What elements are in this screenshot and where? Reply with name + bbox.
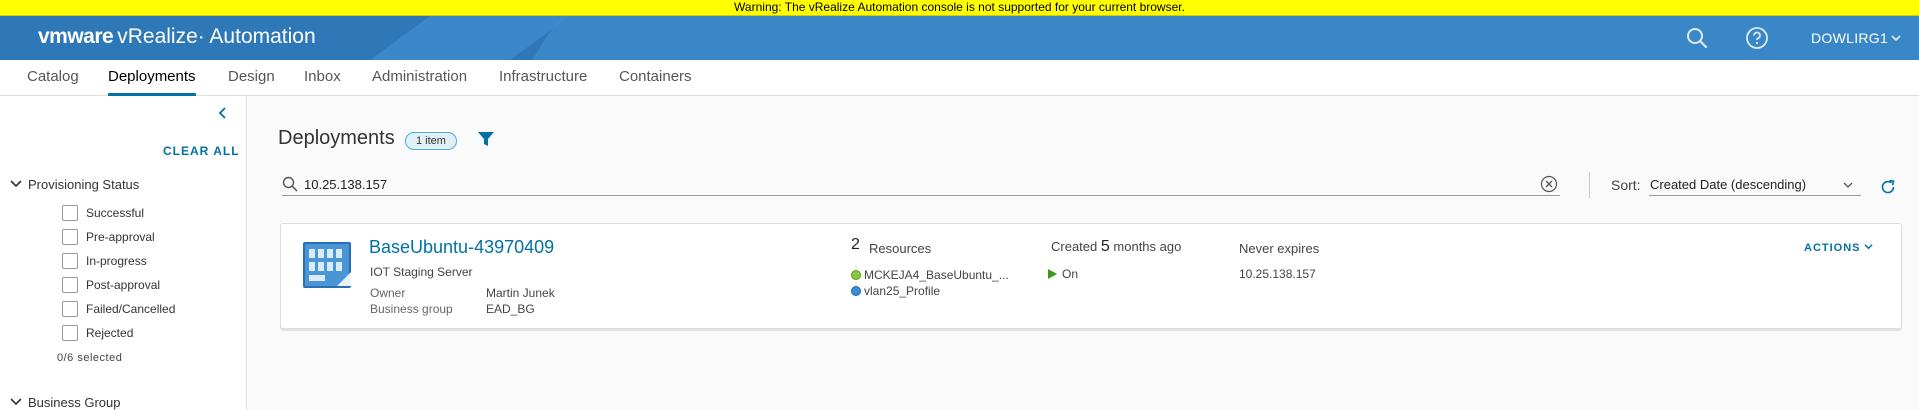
tab-administration[interactable]: Administration bbox=[372, 68, 467, 96]
search-input[interactable] bbox=[304, 175, 1524, 193]
business-group-value: EAD_BG bbox=[486, 302, 535, 316]
filter-option-successful[interactable]: Successful bbox=[62, 204, 144, 222]
expiration: Never expires bbox=[1239, 241, 1320, 256]
deployment-card[interactable]: BaseUbuntu-43970409 IOT Staging Server O… bbox=[280, 223, 1902, 329]
filter-option-rejected[interactable]: Rejected bbox=[62, 324, 133, 342]
collapse-sidebar-icon[interactable] bbox=[216, 106, 230, 120]
deployment-name-link[interactable]: BaseUbuntu-43970409 bbox=[369, 237, 554, 258]
checkbox-label: Successful bbox=[86, 206, 145, 220]
checkbox[interactable] bbox=[62, 229, 78, 245]
checkbox[interactable] bbox=[62, 253, 78, 269]
tab-inbox[interactable]: Inbox bbox=[304, 68, 341, 96]
tab-infrastructure[interactable]: Infrastructure bbox=[499, 68, 587, 96]
tab-containers[interactable]: Containers bbox=[619, 68, 692, 96]
chevron-down-icon bbox=[10, 180, 22, 188]
created-info: Created 5 months ago bbox=[1051, 238, 1181, 256]
app-logo: vmware vRealize· Automation bbox=[38, 25, 316, 49]
business-group-header[interactable]: Business Group bbox=[10, 395, 121, 410]
checkbox[interactable] bbox=[62, 301, 78, 317]
filter-option-pre-approval[interactable]: Pre-approval bbox=[62, 228, 155, 246]
filter-option-in-progress[interactable]: In-progress bbox=[62, 252, 147, 270]
created-suffix: months ago bbox=[1113, 239, 1182, 254]
clear-search-icon[interactable] bbox=[1540, 175, 1558, 193]
resource-item-vm[interactable]: MCKEJA4_BaseUbuntu_... bbox=[851, 268, 1009, 282]
tab-design[interactable]: Design bbox=[228, 68, 275, 96]
chevron-down-icon bbox=[1891, 35, 1901, 41]
app-header: vmware vRealize· Automation DOWLIRG1 bbox=[0, 16, 1919, 60]
filter-option-failed-cancelled[interactable]: Failed/Cancelled bbox=[62, 300, 175, 318]
actions-label: ACTIONS bbox=[1804, 242, 1861, 254]
provisioning-status-title: Provisioning Status bbox=[28, 177, 140, 192]
actions-dropdown[interactable]: ACTIONS bbox=[1804, 242, 1873, 254]
filter-sidebar: CLEAR ALL Provisioning Status Successful… bbox=[0, 96, 247, 410]
chevron-down-icon bbox=[1863, 244, 1873, 250]
owner-value: Martin Junek bbox=[486, 286, 555, 300]
search-icon[interactable] bbox=[1685, 26, 1709, 50]
checkbox[interactable] bbox=[62, 325, 78, 341]
sort-value: Created Date (descending) bbox=[1650, 177, 1807, 192]
search-icon bbox=[282, 176, 298, 192]
chevron-down-icon bbox=[1843, 182, 1853, 188]
created-value: 5 bbox=[1100, 238, 1110, 255]
chevron-down-icon bbox=[10, 398, 22, 406]
business-group-title: Business Group bbox=[28, 395, 121, 410]
sort-dropdown[interactable]: Created Date (descending) bbox=[1649, 174, 1861, 196]
help-icon[interactable] bbox=[1745, 26, 1769, 50]
checkbox-label: Post-approval bbox=[86, 278, 161, 292]
resource-name: MCKEJA4_BaseUbuntu_... bbox=[864, 268, 1009, 282]
power-state: On bbox=[1048, 267, 1078, 281]
sort-label: Sort: bbox=[1611, 177, 1641, 193]
resource-name: vlan25_Profile bbox=[864, 284, 941, 298]
refresh-icon[interactable] bbox=[1879, 178, 1897, 196]
deployment-icon bbox=[303, 242, 351, 288]
checkbox[interactable] bbox=[62, 277, 78, 293]
deployment-description: IOT Staging Server bbox=[370, 265, 473, 279]
clear-all-button[interactable]: CLEAR ALL bbox=[163, 144, 240, 158]
owner-label: Owner bbox=[370, 286, 406, 300]
business-group-label: Business group bbox=[370, 302, 453, 316]
main-nav: Catalog Deployments Design Inbox Adminis… bbox=[0, 60, 1919, 96]
resources-label: Resources bbox=[869, 241, 932, 256]
product-name: vRealize· Automation bbox=[117, 25, 316, 48]
checkbox-label: Pre-approval bbox=[86, 230, 155, 244]
checkbox-label: In-progress bbox=[86, 254, 147, 268]
vmware-logo-text: vmware bbox=[38, 25, 114, 48]
user-name: DOWLIRG1 bbox=[1811, 30, 1889, 46]
resource-item-network[interactable]: vlan25_Profile bbox=[851, 284, 940, 298]
ip-address: 10.25.138.157 bbox=[1239, 267, 1316, 281]
tab-catalog[interactable]: Catalog bbox=[27, 68, 79, 96]
item-count-badge: 1 item bbox=[405, 132, 457, 150]
filter-option-post-approval[interactable]: Post-approval bbox=[62, 276, 160, 294]
network-icon bbox=[851, 286, 861, 296]
checkbox-label: Failed/Cancelled bbox=[86, 302, 176, 316]
browser-warning-banner: Warning: The vRealize Automation console… bbox=[0, 0, 1919, 16]
user-menu[interactable]: DOWLIRG1 bbox=[1811, 30, 1901, 46]
filter-icon[interactable] bbox=[477, 130, 495, 148]
selected-count: 0/6 selected bbox=[57, 352, 123, 364]
page-title: Deployments bbox=[278, 127, 395, 149]
checkbox-label: Rejected bbox=[86, 326, 134, 340]
provisioning-status-header[interactable]: Provisioning Status bbox=[10, 177, 139, 192]
power-on-icon bbox=[1048, 269, 1057, 279]
checkbox[interactable] bbox=[62, 205, 78, 221]
divider bbox=[1589, 172, 1590, 198]
power-state-label: On bbox=[1062, 267, 1079, 281]
tab-deployments[interactable]: Deployments bbox=[108, 68, 196, 96]
created-prefix: Created bbox=[1051, 239, 1098, 254]
resources-count: 2 bbox=[851, 236, 860, 253]
vm-icon bbox=[851, 270, 861, 280]
search-box bbox=[282, 174, 1560, 196]
